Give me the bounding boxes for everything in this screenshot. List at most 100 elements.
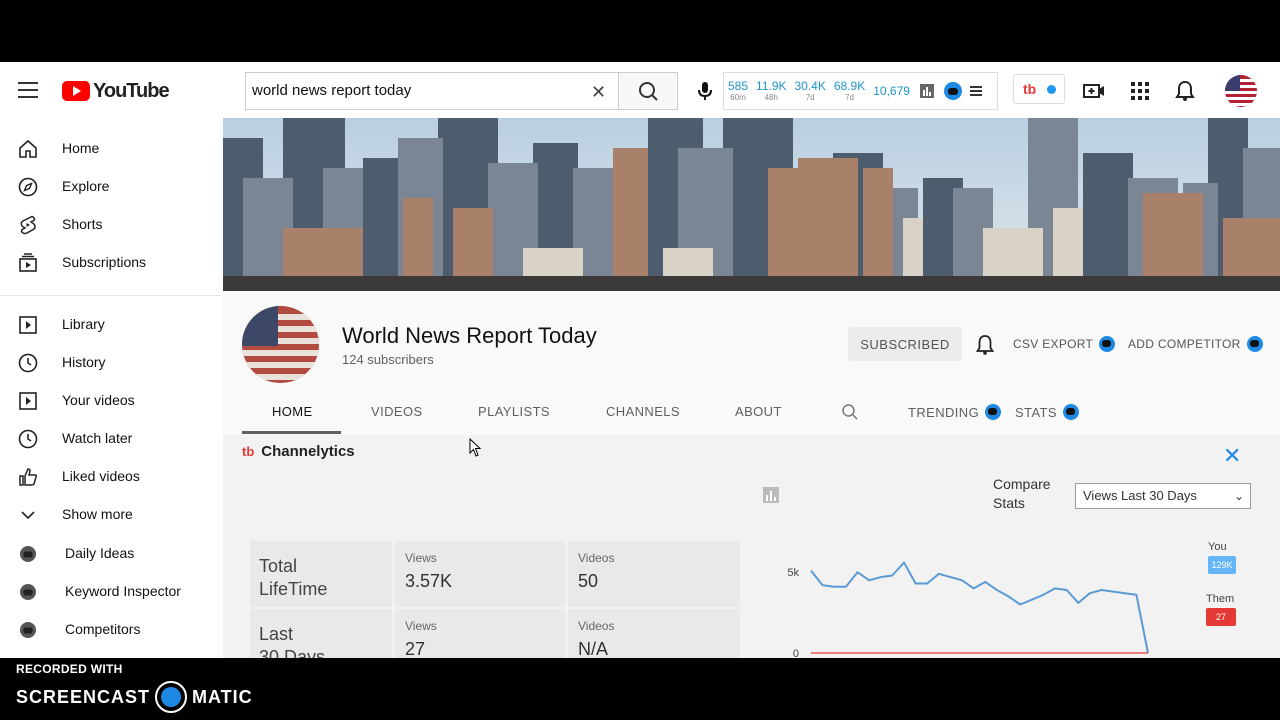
channelytics-panel: tb Channelytics ✕ Compare Stats Views La… — [223, 435, 1280, 658]
sidebar-item-your-videos[interactable]: Your videos — [0, 381, 222, 419]
search-button[interactable] — [618, 72, 678, 110]
sidebar-item-library[interactable]: Library — [0, 305, 222, 343]
search-icon — [639, 82, 658, 101]
sidebar-item-label: Shorts — [62, 216, 103, 232]
views-cell: Views 27 — [395, 609, 565, 658]
watermark-recorded-with: RECORDED WITH — [16, 662, 123, 676]
tab-stats[interactable]: STATS — [1015, 404, 1079, 420]
tubebuddy-icon — [20, 546, 36, 562]
sidebar-item-label: Liked videos — [62, 468, 140, 484]
channel-search-icon[interactable] — [841, 403, 859, 421]
create-video-icon[interactable] — [1083, 80, 1105, 102]
thumbs-up-icon — [19, 468, 38, 486]
subscriber-count: 124 subscribers — [342, 352, 434, 367]
status-dot — [1047, 85, 1056, 94]
channel-banner — [223, 118, 1280, 291]
clock-icon — [18, 429, 38, 449]
tab-channels[interactable]: CHANNELS — [606, 404, 680, 419]
tab-home[interactable]: HOME — [272, 404, 313, 419]
user-avatar[interactable] — [1225, 75, 1257, 107]
search-box: ✕ — [245, 72, 618, 110]
tab-playlists[interactable]: PLAYLISTS — [478, 404, 550, 419]
youtube-logo-text: YouTube — [93, 79, 170, 102]
chevron-down-icon: ⌄ — [1233, 489, 1244, 503]
legend-them-value: 27 — [1206, 608, 1236, 626]
youtube-page: YouTube ✕ 58560m 11.9K48h 30.4K7d 68.9K7… — [0, 62, 1280, 658]
channel-avatar[interactable] — [242, 306, 319, 383]
notifications-bell-icon[interactable] — [1174, 80, 1196, 102]
sidebar-item-shorts[interactable]: Shorts — [0, 205, 222, 243]
sidebar-item-subscriptions[interactable]: Subscriptions — [0, 243, 222, 281]
compare-stats-label: Compare Stats — [993, 476, 1051, 511]
sidebar-divider — [0, 295, 222, 296]
channelytics-title: Channelytics — [261, 443, 355, 460]
sidebar-item-explore[interactable]: Explore — [0, 167, 222, 205]
sidebar: Home Explore Shorts Subscriptions Librar… — [0, 118, 222, 658]
bar-chart-icon[interactable] — [919, 84, 934, 98]
tab-trending[interactable]: TRENDING — [908, 404, 1002, 420]
compass-icon — [18, 177, 38, 197]
sidebar-item-competitors[interactable]: Competitors — [0, 610, 222, 648]
compare-stats-value: Views Last 30 Days — [1083, 488, 1197, 503]
subscribed-button[interactable]: SUBSCRIBED — [848, 327, 962, 361]
sidebar-item-label: History — [62, 354, 106, 370]
stats-period-cell: Last 30 Days — [250, 609, 392, 658]
sidebar-item-label: Explore — [62, 178, 110, 194]
views-label: Views — [405, 551, 437, 565]
sidebar-item-daily-ideas[interactable]: Daily Ideas — [0, 534, 222, 572]
shorts-icon — [20, 215, 36, 235]
bar-chart-icon[interactable] — [763, 487, 779, 503]
sidebar-item-label: Home — [62, 140, 100, 156]
sidebar-item-label: Show more — [62, 506, 133, 522]
menu-icon[interactable] — [18, 82, 38, 98]
tubebuddy-icon — [20, 622, 36, 638]
clear-search-icon[interactable]: ✕ — [591, 82, 606, 103]
tubebuddy-icon — [985, 404, 1002, 420]
history-icon — [18, 353, 38, 373]
sidebar-item-watch-later[interactable]: Watch later — [0, 419, 222, 457]
y-tick-label: 5k — [787, 567, 799, 579]
sidebar-item-home[interactable]: Home — [0, 129, 222, 167]
video-letterbox-top — [0, 0, 1280, 62]
tab-videos[interactable]: VIDEOS — [371, 404, 423, 419]
stat-item: 30.4K 7d — [794, 78, 826, 102]
apps-grid-icon[interactable] — [1129, 80, 1151, 102]
tab-about[interactable]: ABOUT — [735, 404, 782, 419]
views-value: 27 — [405, 639, 426, 658]
sidebar-item-liked-videos[interactable]: Liked videos — [0, 457, 222, 495]
youtube-logo[interactable]: YouTube — [62, 79, 170, 103]
screencast-logo-icon — [155, 681, 188, 713]
sidebar-item-label: Watch later — [62, 430, 133, 446]
period-label: Total LifeTime — [259, 556, 328, 599]
close-icon[interactable]: ✕ — [1223, 443, 1241, 469]
sidebar-item-show-more[interactable]: Show more — [0, 495, 222, 533]
sidebar-item-label: Competitors — [65, 621, 141, 637]
sidebar-item-label: Library — [62, 316, 105, 332]
compare-stats-select[interactable]: Views Last 30 Days ⌄ — [1075, 483, 1251, 509]
series-line-you — [810, 561, 1149, 654]
notification-bell-icon[interactable] — [975, 334, 995, 356]
channel-tabs: HOME VIDEOS PLAYLISTS CHANNELS ABOUT TRE… — [223, 391, 1280, 435]
tubebuddy-logo-icon: tb — [242, 444, 255, 459]
tubebuddy-logo-icon: tb — [1023, 81, 1037, 97]
sidebar-item-history[interactable]: History — [0, 343, 222, 381]
sidebar-item-keyword-inspector[interactable]: Keyword Inspector — [0, 572, 222, 610]
sidebar-item-label: Daily Ideas — [65, 545, 135, 561]
sidebar-item-label: Your videos — [62, 392, 135, 408]
microphone-icon[interactable] — [694, 80, 716, 102]
stat-item: 585 60m — [728, 78, 749, 102]
sidebar-item-label: Subscriptions — [62, 254, 147, 270]
more-menu-icon[interactable] — [969, 85, 982, 97]
csv-export-label: CSV EXPORT — [1013, 337, 1094, 351]
csv-export-button[interactable]: CSV EXPORT — [1013, 336, 1116, 352]
tubebuddy-badge[interactable]: tb — [1013, 74, 1065, 104]
tubebuddy-icon — [1246, 336, 1263, 352]
tubebuddy-icon[interactable] — [943, 82, 962, 100]
views-cell: Views 3.57K — [395, 541, 565, 607]
add-competitor-button[interactable]: ADD COMPETITOR — [1128, 336, 1263, 352]
stat-item: 68.9K 7d — [833, 78, 866, 102]
search-input[interactable] — [252, 82, 572, 99]
channel-header: World News Report Today 124 subscribers … — [223, 291, 1280, 435]
chevron-down-icon — [21, 511, 35, 520]
tubebuddy-stats-strip: 585 60m 11.9K 48h 30.4K 7d 68.9K 7d 10,679 — [723, 72, 998, 110]
